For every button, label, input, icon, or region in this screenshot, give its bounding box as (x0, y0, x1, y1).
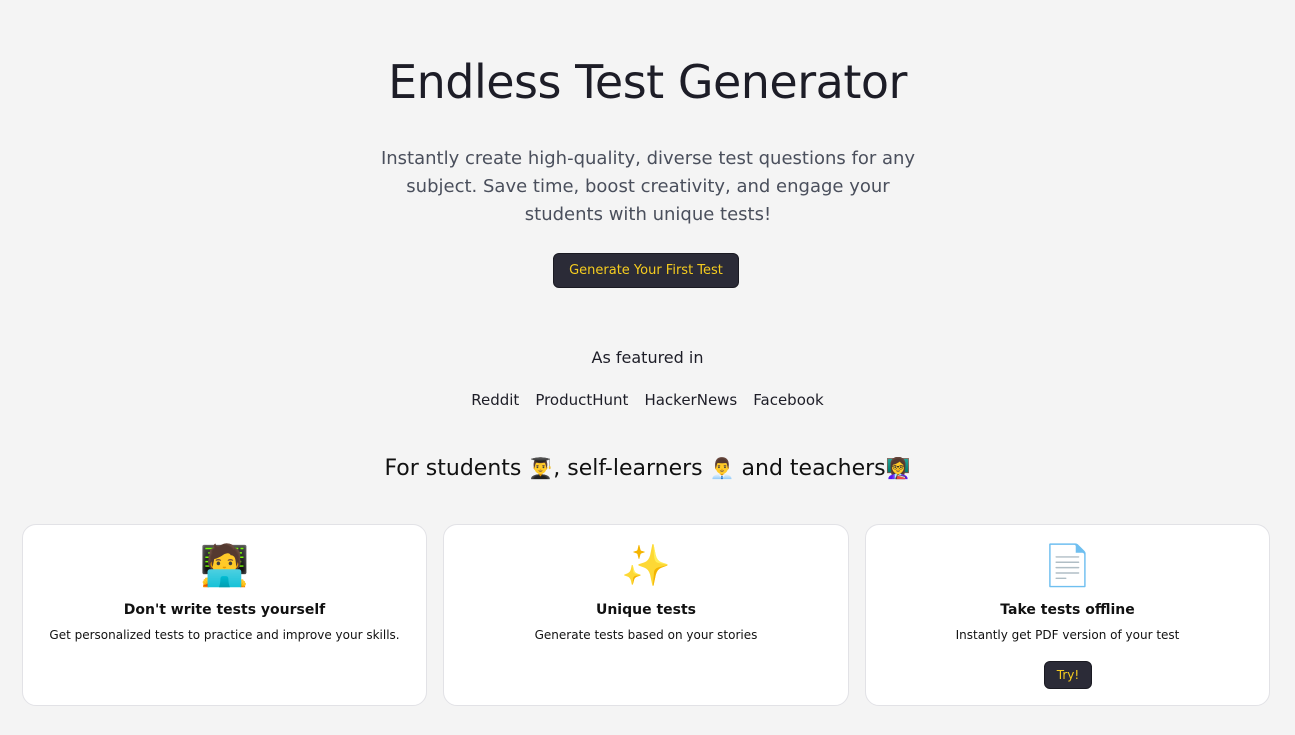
document-icon: 📄 (1042, 543, 1093, 589)
featured-link-facebook[interactable]: Facebook (753, 389, 823, 411)
self-learner-emoji-icon: 👨‍💼 (709, 456, 735, 480)
audience-text-teachers: and teachers (734, 456, 886, 481)
featured-link-producthunt[interactable]: ProductHunt (535, 389, 628, 411)
feature-card-no-writing: 🧑‍💻 Don't write tests yourself Get perso… (22, 524, 427, 706)
hero-subtitle: Instantly create high-quality, diverse t… (380, 148, 916, 225)
feature-card-title: Take tests offline (1000, 602, 1135, 618)
featured-link-hackernews[interactable]: HackerNews (644, 389, 737, 411)
audience-text-students: For students (384, 456, 529, 481)
feature-card-description: Get personalized tests to practice and i… (49, 628, 400, 642)
feature-card-title: Don't write tests yourself (123, 602, 326, 618)
feature-card-description: Instantly get PDF version of your test (955, 628, 1180, 642)
audience-heading: For students 👨‍🎓, self-learners 👨‍💼 and … (0, 453, 1295, 484)
featured-link-reddit[interactable]: Reddit (471, 389, 519, 411)
sparkles-icon: ✨ (621, 543, 671, 589)
feature-card-offline: 📄 Take tests offline Instantly get PDF v… (865, 524, 1270, 706)
feature-card-description: Generate tests based on your stories (534, 628, 758, 642)
student-emoji-icon: 👨‍🎓 (528, 456, 554, 480)
person-laptop-icon: 🧑‍💻 (199, 543, 250, 589)
feature-card-title: Unique tests (595, 602, 697, 618)
generate-first-test-button[interactable]: Generate Your First Test (553, 253, 739, 288)
try-pdf-button[interactable]: Try! (1044, 661, 1092, 689)
featured-label: As featured in (591, 348, 704, 367)
page-title: Endless Test Generator (388, 55, 907, 109)
feature-card-unique-tests: ✨ Unique tests Generate tests based on y… (443, 524, 849, 706)
teacher-emoji-icon: 👩‍🏫 (885, 456, 911, 480)
featured-links: Reddit ProductHunt HackerNews Facebook (0, 389, 1295, 411)
audience-text-self-learners: , self-learners (553, 456, 710, 481)
